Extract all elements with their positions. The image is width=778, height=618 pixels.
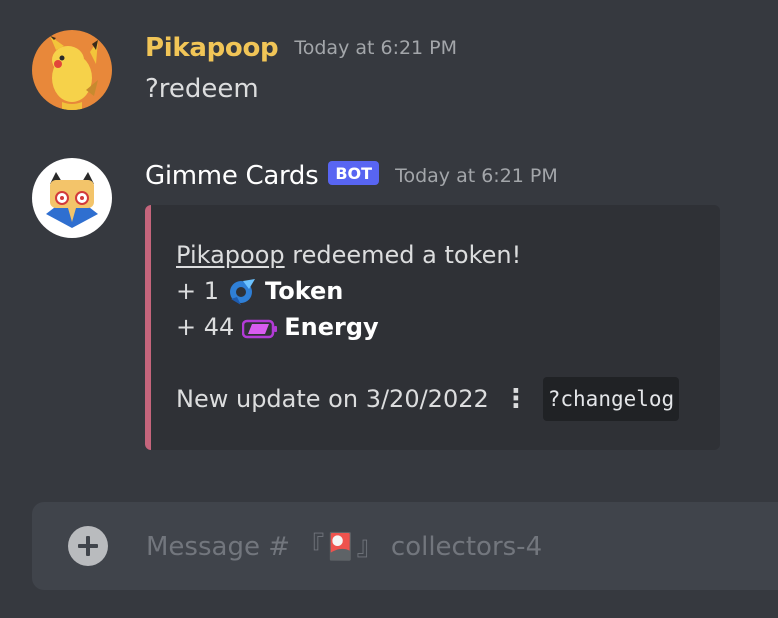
- message-content: ?redeem: [145, 74, 259, 104]
- chat-area: Pikapoop Today at 6:21 PM ?redeem Gimme …: [0, 0, 778, 618]
- update-line: New update on 3/20/2022 ⋮ ?changelog: [176, 377, 680, 421]
- user-mention[interactable]: Pikapoop: [176, 237, 285, 273]
- token-icon: [227, 277, 257, 305]
- gimme-cards-bot-avatar[interactable]: [32, 158, 112, 238]
- energy-amount: + 44: [176, 313, 235, 341]
- separator-glyph: ⋮: [502, 384, 529, 414]
- author-name[interactable]: Gimme Cards: [145, 161, 319, 191]
- message-header: Pikapoop Today at 6:21 PM: [145, 30, 457, 66]
- author-name[interactable]: Pikapoop: [145, 33, 279, 63]
- energy-battery-icon: [242, 313, 278, 341]
- pikachu-avatar[interactable]: [32, 30, 112, 110]
- token-amount: + 1: [176, 277, 220, 305]
- energy-line: + 44 Energy: [176, 309, 679, 345]
- bot-tag-badge: BOT: [328, 161, 380, 185]
- changelog-command[interactable]: ?changelog: [542, 377, 680, 421]
- redeem-line: Pikapoop redeemed a token!: [176, 237, 679, 273]
- update-text: New update on 3/20/2022: [176, 385, 489, 413]
- token-label: Token: [265, 277, 344, 305]
- message-header: Gimme Cards BOT Today at 6:21 PM: [145, 158, 558, 194]
- energy-label: Energy: [284, 313, 379, 341]
- message-composer: [32, 502, 778, 590]
- embed-accent-bar: [145, 205, 151, 450]
- token-line: + 1 Token: [176, 273, 679, 309]
- bot-embed: Pikapoop redeemed a token! + 1 Token + 4…: [145, 205, 720, 450]
- message-input[interactable]: [144, 524, 748, 570]
- embed-description: Pikapoop redeemed a token! + 1 Token + 4…: [176, 237, 680, 421]
- redeem-text: redeemed a token!: [284, 241, 522, 269]
- timestamp: Today at 6:21 PM: [294, 37, 458, 59]
- plus-circle-icon[interactable]: [68, 526, 108, 566]
- timestamp: Today at 6:21 PM: [395, 165, 558, 187]
